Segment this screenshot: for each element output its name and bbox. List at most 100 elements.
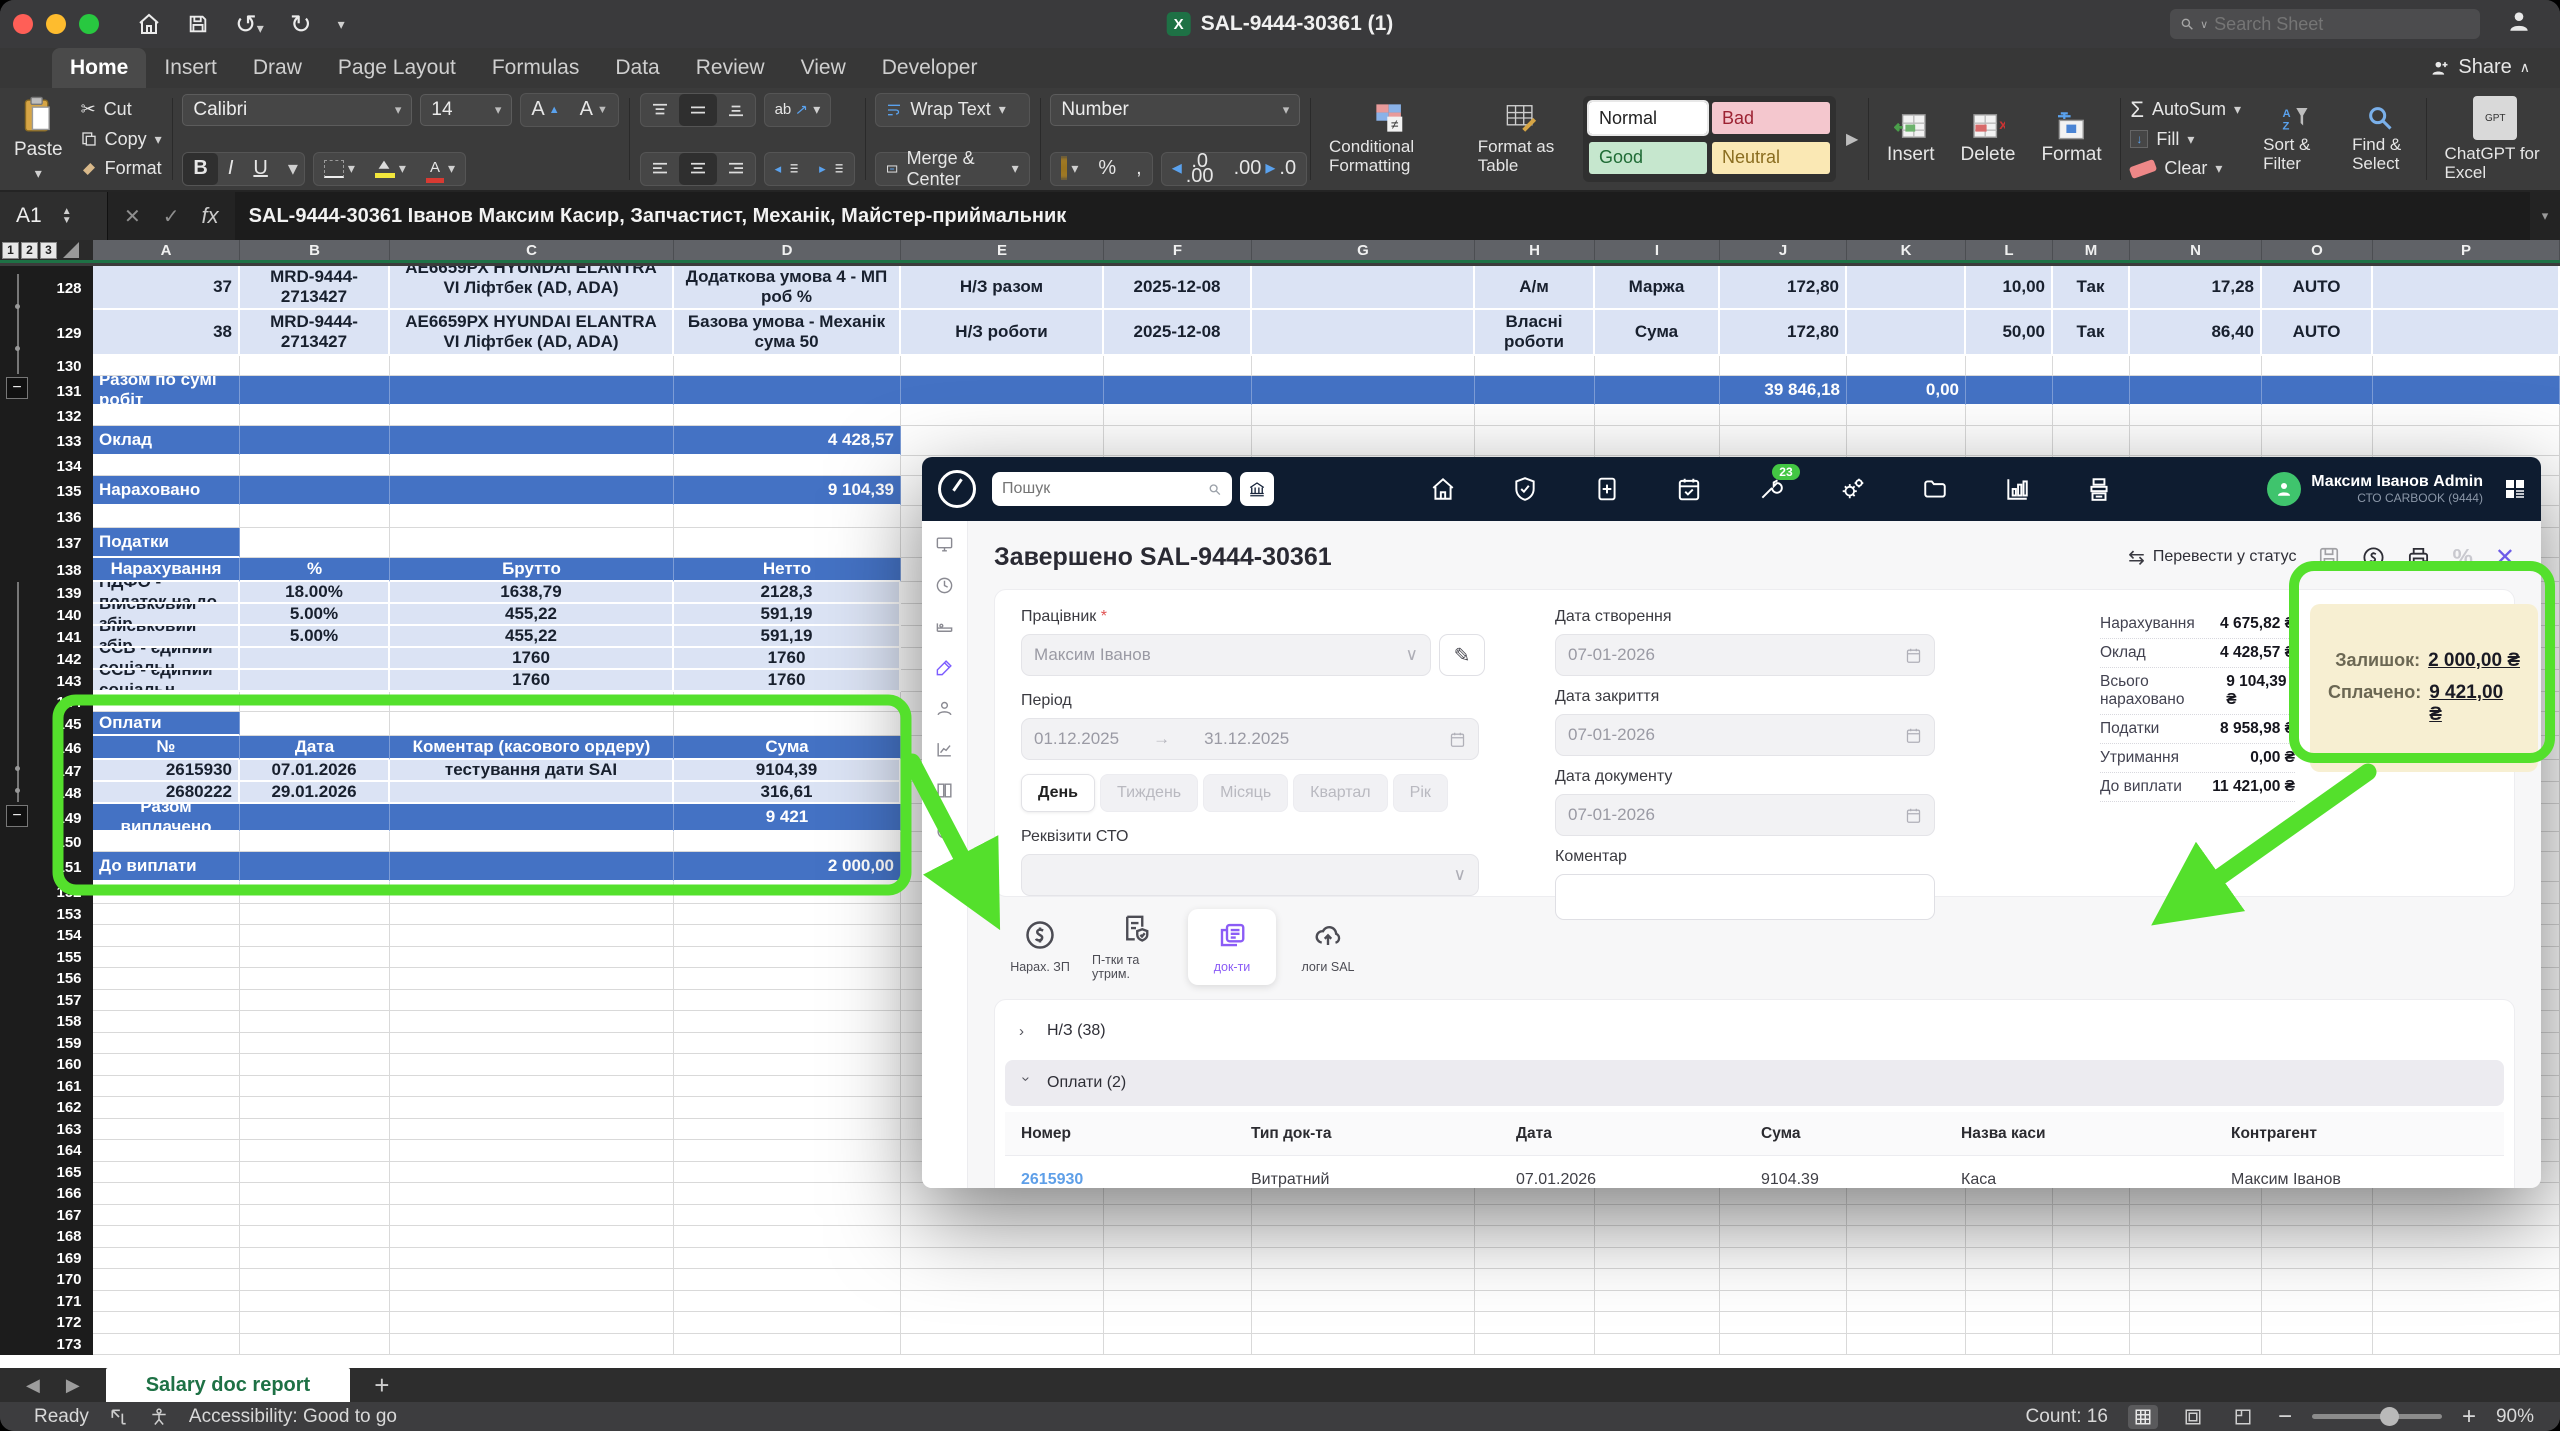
cell-B137[interactable] xyxy=(240,528,390,558)
cell-B132[interactable] xyxy=(240,406,390,426)
font-name-select[interactable]: Calibri▾ xyxy=(182,94,412,126)
cell-D134[interactable] xyxy=(674,456,901,476)
cell-A130[interactable] xyxy=(93,356,240,376)
font-size-select[interactable]: 14▾ xyxy=(420,94,512,126)
cell-A171[interactable] xyxy=(93,1291,240,1313)
cell-N168[interactable] xyxy=(2130,1226,2262,1248)
cell-K167[interactable] xyxy=(1847,1205,1966,1227)
cell-D137[interactable] xyxy=(674,528,901,558)
cell-A138[interactable]: Нарахування xyxy=(93,558,240,582)
cell-J133[interactable] xyxy=(1720,426,1847,456)
cell-G171[interactable] xyxy=(1252,1291,1475,1313)
increase-decimal-button[interactable]: .00▸.0 xyxy=(1224,153,1307,185)
column-header-J[interactable]: J xyxy=(1720,240,1847,260)
cell-A140[interactable]: Військовий збір xyxy=(93,604,240,626)
cell-A154[interactable] xyxy=(93,925,240,947)
section-payments[interactable]: › Оплати (2) xyxy=(1005,1060,2504,1106)
row-header-140[interactable]: 140 xyxy=(45,604,93,626)
cell-D163[interactable] xyxy=(674,1119,901,1141)
cell-F169[interactable] xyxy=(1104,1248,1252,1270)
payment-button[interactable] xyxy=(2362,546,2385,569)
cell-B142[interactable] xyxy=(240,648,390,670)
style-normal[interactable]: Normal xyxy=(1589,102,1707,134)
cell-C146[interactable]: Коментар (касового ордеру) xyxy=(390,736,674,760)
cell-D128[interactable]: Додаткова умова 4 - МП роб % xyxy=(674,266,901,310)
cell-B138[interactable]: % xyxy=(240,558,390,582)
cell-A173[interactable] xyxy=(93,1334,240,1356)
selection-mode-icon[interactable] xyxy=(109,1407,129,1427)
font-color-button[interactable]: A▾ xyxy=(416,153,465,185)
cell-F131[interactable] xyxy=(1104,376,1252,406)
action-dollar-circle[interactable]: Нарах. ЗП xyxy=(996,909,1084,985)
cell-C151[interactable] xyxy=(390,852,674,882)
cell-G133[interactable] xyxy=(1252,426,1475,456)
action-cloud-upload[interactable]: логи SAL xyxy=(1284,909,1372,985)
cell-C139[interactable]: 1638,79 xyxy=(390,582,674,604)
cell-C165[interactable] xyxy=(390,1162,674,1184)
cell-I129[interactable]: Сума xyxy=(1595,310,1720,356)
cell-L130[interactable] xyxy=(1966,356,2053,376)
cell-C135[interactable] xyxy=(390,476,674,506)
zoom-slider[interactable] xyxy=(2312,1414,2442,1419)
period-tab-Тиждень[interactable]: Тиждень xyxy=(1100,774,1198,812)
cell-J172[interactable] xyxy=(1720,1312,1847,1334)
cell-B152[interactable] xyxy=(240,882,390,904)
cell-D153[interactable] xyxy=(674,904,901,926)
cell-P167[interactable] xyxy=(2373,1205,2560,1227)
period-tab-Рік[interactable]: Рік xyxy=(1393,774,1448,812)
tab-home[interactable]: Home xyxy=(52,48,146,88)
nav-reports-icon[interactable] xyxy=(2004,476,2030,502)
cell-C152[interactable] xyxy=(390,882,674,904)
cell-D135[interactable]: 9 104,39 xyxy=(674,476,901,506)
grow-font-button[interactable]: A▲ xyxy=(521,94,569,126)
payment-doc-link[interactable]: 2615930 xyxy=(1021,1171,1251,1189)
cell-P130[interactable] xyxy=(2373,356,2560,376)
column-header-O[interactable]: O xyxy=(2262,240,2373,260)
percent-button[interactable]: % xyxy=(2452,544,2472,571)
format-as-table-button[interactable]: Format as Table xyxy=(1470,96,1573,182)
apps-grid-icon[interactable] xyxy=(2503,477,2527,501)
cell-K132[interactable] xyxy=(1847,406,1966,426)
account-icon[interactable] xyxy=(2506,8,2532,34)
action-doc-shield[interactable]: П-тки та утрим. xyxy=(1092,909,1180,985)
fullscreen-window-button[interactable] xyxy=(79,14,99,34)
cell-C131[interactable] xyxy=(390,376,674,406)
cell-C142[interactable]: 1760 xyxy=(390,648,674,670)
row-header-155[interactable]: 155 xyxy=(45,947,93,969)
cell-P133[interactable] xyxy=(2373,426,2560,456)
cell-O133[interactable] xyxy=(2262,426,2373,456)
cell-K168[interactable] xyxy=(1847,1226,1966,1248)
cell-C149[interactable] xyxy=(390,804,674,832)
cell-B129[interactable]: MRD-9444-2713427 xyxy=(240,310,390,356)
cell-G132[interactable] xyxy=(1252,406,1475,426)
cell-D129[interactable]: Базова умова - Механік сума 50 xyxy=(674,310,901,356)
cell-B167[interactable] xyxy=(240,1205,390,1227)
cell-F132[interactable] xyxy=(1104,406,1252,426)
cell-D130[interactable] xyxy=(674,356,901,376)
sto-select[interactable]: ∨ xyxy=(1021,854,1479,896)
cell-I171[interactable] xyxy=(1595,1291,1720,1313)
nav-settings-icon[interactable] xyxy=(1840,476,1866,502)
cell-M130[interactable] xyxy=(2053,356,2130,376)
cell-A158[interactable] xyxy=(93,1011,240,1033)
cell-A155[interactable] xyxy=(93,947,240,969)
format-cells-button[interactable]: Format xyxy=(2033,96,2109,182)
cell-P129[interactable] xyxy=(2373,310,2560,356)
cell-C163[interactable] xyxy=(390,1119,674,1141)
cell-P168[interactable] xyxy=(2373,1226,2560,1248)
row-header-159[interactable]: 159 xyxy=(45,1033,93,1055)
cell-O169[interactable] xyxy=(2262,1248,2373,1270)
cell-B159[interactable] xyxy=(240,1033,390,1055)
cell-C143[interactable]: 1760 xyxy=(390,670,674,692)
cell-B140[interactable]: 5.00% xyxy=(240,604,390,626)
select-all-corner[interactable] xyxy=(63,242,79,258)
cell-C133[interactable] xyxy=(390,426,674,456)
column-header-C[interactable]: C xyxy=(390,240,674,260)
cell-M133[interactable] xyxy=(2053,426,2130,456)
row-header-173[interactable]: 173 xyxy=(45,1334,93,1356)
zoom-slider-knob[interactable] xyxy=(2380,1407,2399,1426)
style-neutral[interactable]: Neutral xyxy=(1712,142,1830,174)
row-header-148[interactable]: 148 xyxy=(45,782,93,804)
styles-more-button[interactable]: ▶ xyxy=(1846,129,1858,149)
cancel-entry-icon[interactable]: ✕ xyxy=(124,204,141,229)
